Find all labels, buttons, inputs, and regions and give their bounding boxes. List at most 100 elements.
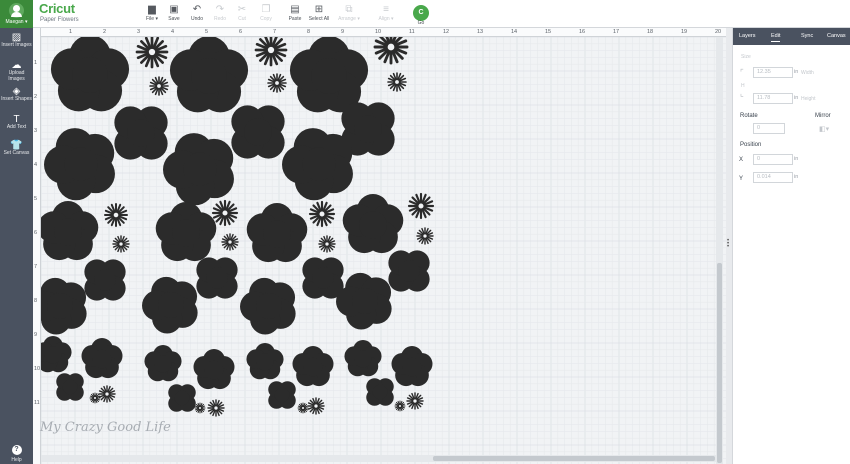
paste-label: Paste (288, 16, 302, 22)
starburst-shape[interactable] (387, 72, 407, 92)
starburst-shape[interactable] (307, 397, 325, 415)
starburst-shape[interactable] (308, 200, 336, 228)
starburst-shape[interactable] (211, 199, 239, 227)
rotate-input[interactable]: 0 (753, 123, 785, 134)
ruler-left-label: 3 (34, 128, 38, 134)
right-panel: Layers Edit Sync Canvas Size ⌜ 12.35 Width … (732, 28, 850, 464)
width-input[interactable]: 12.35 (753, 67, 793, 78)
design-canvas[interactable]: 1 2 3 4 5 6 7 8 9 10 11 12 13 14 15 16 17 18 19 20 12345678… (33, 28, 726, 464)
height-label: Height (801, 96, 816, 102)
flower-shape[interactable] (56, 373, 84, 401)
ruler-left-label: 10 (34, 366, 41, 372)
ruler-left-label: 5 (34, 196, 38, 202)
align-button[interactable]: ≡ Align ▾ (373, 4, 399, 26)
starburst-shape[interactable] (149, 76, 169, 96)
horizontal-scrollbar[interactable] (41, 455, 717, 462)
sidebar-item-label: Add Text (6, 124, 27, 130)
vertical-scrollbar[interactable] (716, 37, 723, 464)
sidebar-item-add-text[interactable]: T Add Text (0, 114, 33, 131)
unit-label: in (794, 95, 799, 101)
ruler-top-label: 7 (273, 29, 277, 35)
starburst-shape[interactable] (194, 402, 206, 414)
unit-label: in (794, 156, 799, 162)
vertical-scroll-thumb[interactable] (717, 263, 722, 463)
flower-shape[interactable] (196, 257, 238, 299)
ruler-top-label: 15 (545, 29, 552, 35)
starburst-shape[interactable] (297, 402, 309, 414)
ruler-top-label: 11 (409, 29, 415, 35)
go-button[interactable]: C (413, 5, 429, 21)
flower-shape[interactable] (388, 250, 430, 292)
top-toolbar: Maegan ▾ Cricut Paper Flowers ▆ File ▾ ▣ Sa… (0, 0, 850, 28)
ruler-top-label: 6 (239, 29, 243, 35)
paste-icon: ▤ (290, 4, 300, 15)
project-name: Paper Flowers (40, 17, 79, 23)
paste-button[interactable]: ▤ Paste (282, 4, 308, 26)
starburst-shape[interactable] (207, 399, 225, 417)
sidebar-item-label: Insert Images (1, 42, 32, 48)
left-sidebar: ▨ Insert Images ☁ Upload Images ◈ Insert Shap… (0, 28, 33, 464)
starburst-shape[interactable] (394, 400, 406, 412)
height-input[interactable]: 11.78 (753, 93, 793, 104)
mirror-icon[interactable]: ◧▾ (819, 125, 829, 133)
ruler-top-label: 10 (375, 29, 382, 35)
ruler-top-label: 8 (307, 29, 311, 35)
starburst-shape[interactable] (98, 385, 116, 403)
tab-canvas[interactable]: Canvas (827, 33, 846, 39)
cut-button[interactable]: ✂ Cut (229, 4, 255, 26)
x-input[interactable]: 0 (753, 154, 793, 165)
select-all-button[interactable]: ⊞ Select All (306, 4, 332, 26)
profile-menu[interactable]: Maegan ▾ (0, 0, 33, 28)
y-input[interactable]: 0.014 (753, 172, 793, 183)
starburst-shape[interactable] (318, 235, 336, 253)
flower-shape[interactable] (114, 106, 168, 160)
copy-label: Copy (260, 16, 272, 22)
y-label: Y (739, 176, 744, 182)
sidebar-item-upload-images[interactable]: ☁ Upload Images (0, 60, 33, 82)
help-icon: ? (11, 445, 22, 455)
flower-shape[interactable] (231, 105, 285, 159)
ruler-top: 1 2 3 4 5 6 7 8 9 10 11 12 13 14 15 16 17 18 19 20 (33, 28, 726, 37)
align-icon: ≡ (383, 4, 389, 15)
cut-icon: ✂ (237, 4, 247, 15)
ruler-top-label: 9 (341, 29, 345, 35)
sidebar-item-set-canvas[interactable]: 👕 Set Canvas (0, 140, 33, 157)
arrange-button[interactable]: ⧉ Arrange ▾ (336, 4, 362, 26)
horizontal-scroll-thumb[interactable] (433, 456, 715, 461)
align-label: Align ▾ (378, 16, 394, 22)
starburst-shape[interactable] (221, 233, 239, 251)
starburst-shape[interactable] (112, 235, 130, 253)
flower-shape[interactable] (268, 381, 296, 409)
flower-shape[interactable] (366, 378, 394, 406)
starburst-shape[interactable] (254, 37, 288, 67)
avatar-body-icon (11, 12, 22, 17)
flower-shape[interactable] (41, 277, 87, 335)
copy-button[interactable]: ❐ Copy (253, 4, 279, 26)
flower-shape[interactable] (302, 257, 344, 299)
help-button[interactable]: ? Help (0, 438, 33, 463)
sidebar-item-insert-shapes[interactable]: ◈ Insert Shapes (0, 86, 33, 103)
ruler-left-label: 6 (34, 230, 38, 236)
flower-shape[interactable] (84, 259, 126, 301)
sidebar-item-insert-images[interactable]: ▨ Insert Images (0, 32, 33, 49)
width-label: Width (801, 70, 814, 76)
ruler-top-label: 2 (103, 29, 107, 35)
tab-sync[interactable]: Sync (801, 33, 813, 39)
copy-icon: ❐ (261, 4, 271, 15)
position-label: Position (740, 142, 762, 148)
starburst-shape[interactable] (407, 192, 435, 220)
starburst-shape[interactable] (135, 37, 169, 69)
starburst-shape[interactable] (406, 392, 424, 410)
profile-name: Maegan ▾ (5, 19, 28, 25)
canvas-grid[interactable] (41, 37, 726, 464)
tab-edit[interactable]: Edit (771, 33, 781, 42)
starburst-shape[interactable] (89, 392, 101, 404)
starburst-shape[interactable] (416, 227, 434, 245)
starburst-shape[interactable] (104, 203, 128, 227)
starburst-shape[interactable] (267, 73, 287, 93)
flower-shape[interactable] (168, 384, 196, 412)
panel-tabs: Layers Edit Sync Canvas (733, 28, 850, 45)
arrange-icon: ⧉ (345, 4, 353, 15)
ruler-top-label: 14 (511, 29, 518, 35)
tab-layers[interactable]: Layers (739, 33, 756, 39)
